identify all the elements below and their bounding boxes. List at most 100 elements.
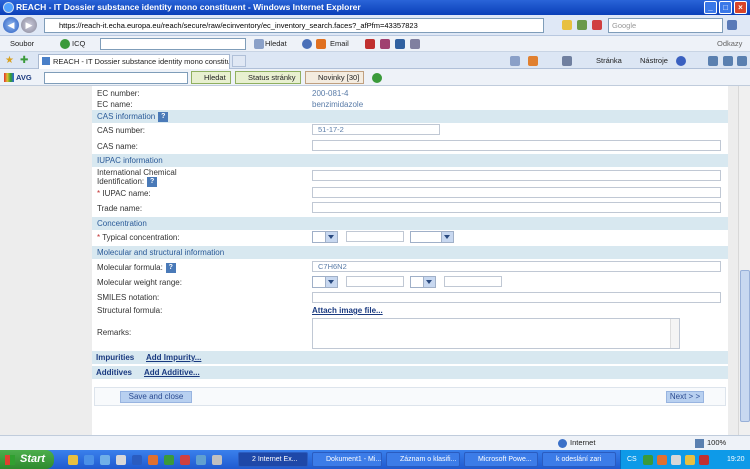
- globe-icon[interactable]: [302, 39, 312, 49]
- mw-upper-input[interactable]: [444, 276, 502, 287]
- next-button[interactable]: Next > >: [666, 391, 704, 403]
- start-button[interactable]: Start: [0, 450, 54, 469]
- page-scrollbar[interactable]: [738, 86, 750, 435]
- close-button[interactable]: ×: [734, 1, 747, 14]
- avg-extra-icon[interactable]: [372, 73, 382, 83]
- quicklaunch-icon[interactable]: [116, 455, 126, 465]
- quicklaunch-icon[interactable]: [100, 455, 110, 465]
- conc-unit-select[interactable]: [410, 231, 454, 243]
- zoom-text[interactable]: 100%: [707, 436, 726, 450]
- smiles-input[interactable]: [312, 292, 721, 303]
- status-button[interactable]: Status stránky: [235, 71, 301, 84]
- clock[interactable]: 19:20: [727, 450, 745, 469]
- taskbar: Start 2 Internet Ex... Dokument1 - Mi...…: [0, 450, 750, 469]
- avg-logo-icon: [4, 73, 14, 82]
- back-button[interactable]: ◀: [3, 17, 19, 33]
- quicklaunch-icon[interactable]: [164, 455, 174, 465]
- tab-bar: ★ ✚ REACH - IT Dossier substance identit…: [0, 52, 750, 69]
- taskbar-item-powerpoint[interactable]: Microsoft Powe...: [464, 452, 538, 467]
- tab-reach[interactable]: REACH - IT Dossier substance identity mo…: [38, 54, 230, 69]
- intl-chem-input[interactable]: [312, 170, 721, 181]
- language-indicator[interactable]: CS: [627, 450, 637, 469]
- toolbar-icon[interactable]: [737, 56, 747, 66]
- remarks-scrollbar[interactable]: [670, 319, 679, 348]
- print-icon[interactable]: [562, 56, 572, 66]
- avg-search-button[interactable]: Hledat: [191, 71, 231, 84]
- quicklaunch-icon[interactable]: [212, 455, 222, 465]
- struct-formula-label: Structural formula:: [97, 306, 163, 315]
- trade-name-input[interactable]: [312, 202, 721, 213]
- iupac-name-input[interactable]: [312, 187, 721, 198]
- mol-formula-input[interactable]: C7H6N2: [312, 261, 721, 272]
- cas-number-label: CAS number:: [97, 126, 146, 135]
- tray-icon[interactable]: [685, 455, 695, 465]
- new-tab-button[interactable]: [232, 55, 246, 67]
- minimize-button[interactable]: _: [704, 1, 717, 14]
- mw-lower-input[interactable]: [346, 276, 404, 287]
- refresh-icon[interactable]: [577, 20, 587, 30]
- menu-odkazy[interactable]: Odkazy: [717, 36, 742, 52]
- help-icon[interactable]: ?: [158, 111, 169, 122]
- tray-icon[interactable]: [643, 455, 653, 465]
- forward-button[interactable]: ▶: [21, 17, 37, 33]
- quicklaunch-icon[interactable]: [68, 455, 78, 465]
- menu-nastroje[interactable]: Nástroje: [640, 52, 668, 69]
- menu-stranka[interactable]: Stránka: [596, 52, 622, 69]
- cas-name-input[interactable]: [312, 140, 721, 151]
- help-icon[interactable]: [676, 56, 686, 66]
- add-additive-link[interactable]: Add Additive...: [144, 366, 200, 379]
- taskbar-item-zaznam[interactable]: Záznam o klasifi...: [386, 452, 460, 467]
- avg-search-input[interactable]: [44, 72, 188, 84]
- attach-image-link[interactable]: Attach image file...: [312, 306, 383, 315]
- toolbar-icon[interactable]: [395, 39, 405, 49]
- zoom-icon[interactable]: [695, 439, 704, 448]
- feeds-icon[interactable]: [528, 56, 538, 66]
- conc-value-input[interactable]: [346, 231, 404, 242]
- url-field[interactable]: https://reach-it.echa.europa.eu/reach/se…: [44, 18, 544, 33]
- conc-operator-select[interactable]: [312, 231, 338, 243]
- add-impurity-link[interactable]: Add Impurity...: [146, 351, 201, 364]
- menu-email[interactable]: Email: [330, 36, 349, 52]
- quicklaunch-icon[interactable]: [180, 455, 190, 465]
- search-input[interactable]: Google: [608, 18, 723, 33]
- menu-hledat[interactable]: Hledat: [265, 36, 287, 52]
- home-icon[interactable]: [510, 56, 520, 66]
- toolbar-icon[interactable]: [380, 39, 390, 49]
- quicklaunch-icon[interactable]: [84, 455, 94, 465]
- taskbar-item-word[interactable]: Dokument1 - Mi...: [312, 452, 382, 467]
- tray-icon[interactable]: [671, 455, 681, 465]
- help-icon[interactable]: ?: [147, 177, 158, 187]
- quicklaunch-icon[interactable]: [148, 455, 158, 465]
- taskbar-item-ie[interactable]: 2 Internet Ex...: [238, 452, 308, 467]
- scrollbar-thumb[interactable]: [740, 270, 750, 422]
- search-icon[interactable]: [727, 20, 737, 30]
- help-icon[interactable]: ?: [165, 263, 176, 273]
- taskbar-item-odeslani[interactable]: k odeslání zari: [542, 452, 616, 467]
- favorites-star-icon[interactable]: ★: [5, 55, 14, 66]
- remarks-textarea[interactable]: [312, 318, 680, 349]
- toolbar-icon[interactable]: [708, 56, 718, 66]
- maximize-button[interactable]: □: [719, 1, 732, 14]
- add-favorite-icon[interactable]: ✚: [20, 55, 28, 66]
- novinky-button[interactable]: Novinky [30]: [305, 71, 365, 84]
- toolbar-icon[interactable]: [410, 39, 420, 49]
- toolbar-icon[interactable]: [316, 39, 326, 49]
- mw-operator2-select[interactable]: [410, 276, 436, 288]
- menu-icq[interactable]: ICQ: [72, 36, 85, 52]
- stop-icon[interactable]: [592, 20, 602, 30]
- toolbar-search-field[interactable]: [100, 38, 246, 50]
- ec-name-value: benzimidazole: [312, 100, 364, 109]
- lock-icon[interactable]: [562, 20, 572, 30]
- mw-operator-select[interactable]: [312, 276, 338, 288]
- quicklaunch-icon[interactable]: [196, 455, 206, 465]
- quicklaunch-icon[interactable]: [132, 455, 142, 465]
- toolbar-icon[interactable]: [365, 39, 375, 49]
- menu-soubor[interactable]: Soubor: [10, 36, 34, 52]
- cas-number-input[interactable]: 51-17-2: [312, 124, 440, 135]
- tray-icon[interactable]: [699, 455, 709, 465]
- zone-text: Internet: [570, 438, 596, 447]
- tray-icon[interactable]: [657, 455, 667, 465]
- avg-label[interactable]: AVG: [16, 69, 32, 86]
- save-close-button[interactable]: Save and close: [120, 391, 192, 403]
- toolbar-icon[interactable]: [723, 56, 733, 66]
